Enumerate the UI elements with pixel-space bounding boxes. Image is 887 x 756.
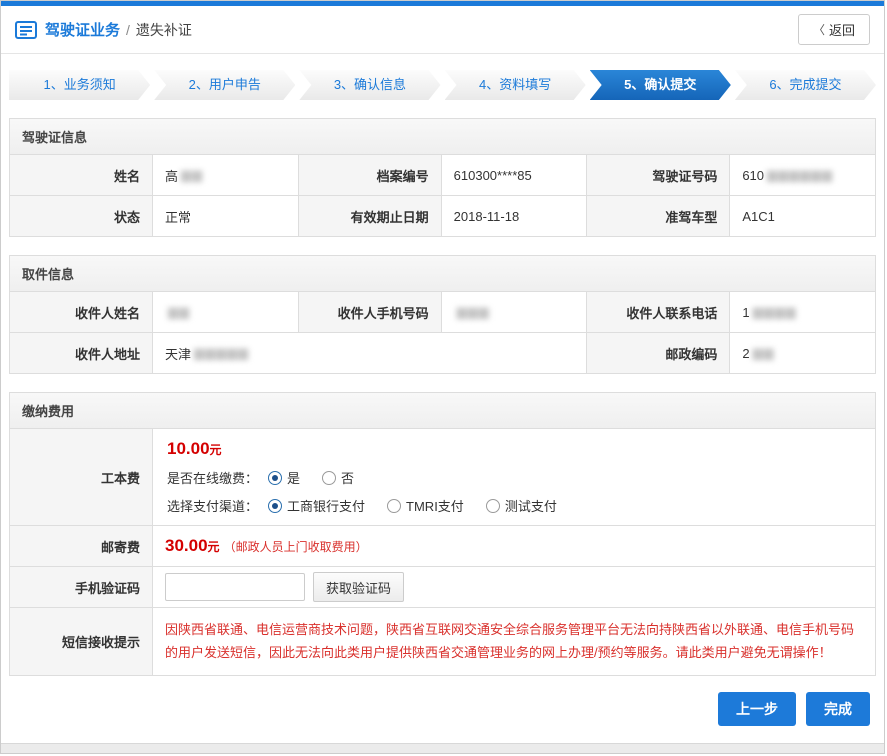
channel-icbc-radio[interactable] [268, 499, 282, 513]
recipient-phone-label: 收件人联系电话 [587, 292, 729, 332]
post-fee-amount: 30.00元 [165, 536, 220, 556]
online-pay-no-radio[interactable] [322, 471, 336, 485]
post-fee-label: 邮寄费 [10, 526, 152, 566]
work-fee-content: 10.00元 是否在线缴费： 是 否 [153, 429, 875, 525]
fees-section-title: 缴纳费用 [10, 393, 875, 429]
license-business-icon [15, 21, 37, 39]
license-number-label: 驾驶证号码 [587, 155, 729, 195]
online-pay-question: 是否在线缴费： [167, 468, 258, 487]
back-chevron-icon: 〈 [813, 21, 825, 38]
recipient-name-redacted: ▆▆ [168, 304, 190, 320]
bottom-actions: 上一步 完成 [1, 692, 870, 726]
fees-section: 缴纳费用 工本费 10.00元 是否在线缴费： 是 否 [9, 392, 876, 676]
step-4-fill-data[interactable]: 4、资料填写 [445, 70, 586, 100]
channel-tmri-option[interactable]: TMRI支付 [387, 496, 464, 515]
captcha-input[interactable] [165, 573, 305, 601]
channel-test-label: 测试支付 [505, 496, 557, 515]
finish-button[interactable]: 完成 [806, 692, 870, 726]
channel-tmri-label: TMRI支付 [406, 496, 464, 515]
sms-notice-content: 因陕西省联通、电信运营商技术问题，陕西省互联网交通安全综合服务管理平台无法向持陕… [153, 608, 875, 675]
sms-notice-text: 因陕西省联通、电信运营商技术问题，陕西省互联网交通安全综合服务管理平台无法向持陕… [165, 608, 863, 675]
recipient-name-label: 收件人姓名 [10, 292, 152, 332]
step-progress-bar: 1、业务须知 2、用户申告 3、确认信息 4、资料填写 5、确认提交 6、完成提… [9, 70, 876, 100]
breadcrumb-current: 遗失补证 [136, 20, 192, 40]
license-number-value: 610▆▆▆▆▆▆ [730, 155, 875, 195]
breadcrumb-separator: / [126, 22, 130, 38]
channel-test-option[interactable]: 测试支付 [486, 496, 557, 515]
zip-code-value: 2▆▆ [730, 333, 875, 373]
work-fee-amount: 10.00元 [167, 439, 861, 459]
name-redacted: ▆▆ [181, 167, 203, 183]
recipient-mobile-redacted: ▆▆▆ [457, 304, 490, 320]
online-pay-yes-option[interactable]: 是 [268, 468, 300, 487]
step-2-user-declaration[interactable]: 2、用户申告 [154, 70, 295, 100]
vehicle-class-label: 准驾车型 [587, 196, 729, 236]
name-value: 高▆▆ [153, 155, 298, 195]
online-pay-no-label: 否 [341, 468, 354, 487]
name-label: 姓名 [10, 155, 152, 195]
online-pay-yes-label: 是 [287, 468, 300, 487]
step-3-confirm-info[interactable]: 3、确认信息 [299, 70, 440, 100]
zip-code-redacted: ▆▆ [753, 345, 775, 361]
step-6-complete-submit[interactable]: 6、完成提交 [735, 70, 876, 100]
back-button-label: 返回 [829, 20, 855, 39]
channel-tmri-radio[interactable] [387, 499, 401, 513]
vehicle-class-value: A1C1 [730, 196, 875, 236]
page: 驾驶证业务 / 遗失补证 〈 返回 1、业务须知 2、用户申告 3、确认信息 4… [0, 0, 885, 754]
license-info-section-title: 驾驶证信息 [10, 119, 875, 155]
captcha-content: 获取验证码 [153, 567, 875, 607]
zip-code-label: 邮政编码 [587, 333, 729, 373]
recipient-mobile-label: 收件人手机号码 [299, 292, 441, 332]
license-info-section: 驾驶证信息 姓名 高▆▆ 档案编号 610300****85 驾驶证号码 610… [9, 118, 876, 237]
license-number-redacted: ▆▆▆▆▆▆ [767, 167, 833, 183]
pay-channel-question: 选择支付渠道： [167, 496, 258, 515]
recipient-address-label: 收件人地址 [10, 333, 152, 373]
online-pay-yes-radio[interactable] [268, 471, 282, 485]
file-number-label: 档案编号 [299, 155, 441, 195]
post-fee-content: 30.00元 （邮政人员上门收取费用） [153, 526, 875, 566]
get-captcha-button[interactable]: 获取验证码 [313, 572, 404, 602]
sms-notice-label: 短信接收提示 [10, 608, 152, 675]
page-title: 驾驶证业务 [45, 19, 120, 40]
recipient-phone-value: 1▆▆▆▆ [730, 292, 875, 332]
captcha-label: 手机验证码 [10, 567, 152, 607]
previous-step-button[interactable]: 上一步 [718, 692, 796, 726]
online-pay-radio-group: 是 否 [268, 468, 354, 487]
recipient-mobile-value: ▆▆▆ [442, 292, 587, 332]
post-fee-note: （邮政人员上门收取费用） [224, 538, 368, 555]
header: 驾驶证业务 / 遗失补证 〈 返回 [1, 6, 884, 54]
status-value: 正常 [153, 196, 298, 236]
channel-test-radio[interactable] [486, 499, 500, 513]
channel-icbc-option[interactable]: 工商银行支付 [268, 496, 365, 515]
pickup-info-section-title: 取件信息 [10, 256, 875, 292]
recipient-address-value: 天津▆▆▆▆▆ [153, 333, 586, 373]
pay-channel-radio-group: 工商银行支付 TMRI支付 测试支付 [268, 496, 557, 515]
step-5-confirm-submit[interactable]: 5、确认提交 [590, 70, 731, 100]
back-button[interactable]: 〈 返回 [798, 14, 870, 45]
pickup-info-section: 取件信息 收件人姓名 ▆▆ 收件人手机号码 ▆▆▆ 收件人联系电话 1▆▆▆▆ … [9, 255, 876, 374]
footer-strip [1, 743, 884, 753]
online-pay-no-option[interactable]: 否 [322, 468, 354, 487]
channel-icbc-label: 工商银行支付 [287, 496, 365, 515]
recipient-phone-redacted: ▆▆▆▆ [753, 304, 797, 320]
work-fee-label: 工本费 [10, 429, 152, 525]
file-number-value: 610300****85 [442, 155, 587, 195]
recipient-name-value: ▆▆ [153, 292, 298, 332]
status-label: 状态 [10, 196, 152, 236]
step-1-business-notice[interactable]: 1、业务须知 [9, 70, 150, 100]
expiry-label: 有效期止日期 [299, 196, 441, 236]
recipient-address-redacted: ▆▆▆▆▆ [194, 345, 249, 361]
expiry-value: 2018-11-18 [442, 196, 587, 236]
